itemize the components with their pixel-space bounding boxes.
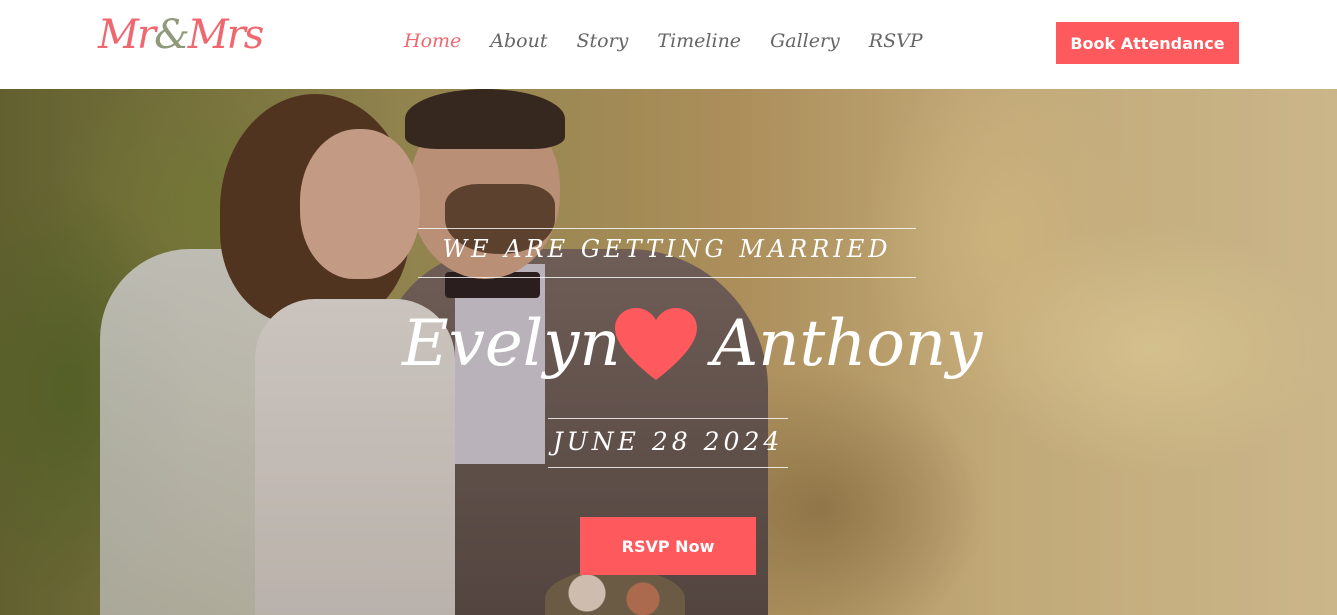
- menu-item-gallery[interactable]: Gallery: [770, 30, 840, 52]
- date-frame: JUNE 28 2024: [548, 418, 788, 468]
- main-menu: Home About Story Timeline Gallery RSVP: [404, 30, 923, 52]
- bride-name: Evelyn: [402, 307, 621, 381]
- hero-tagline: WE ARE GETTING MARRIED: [442, 235, 892, 263]
- hero-content: WE ARE GETTING MARRIED Evelyn Anthony JU…: [0, 89, 1337, 615]
- menu-item-about[interactable]: About: [490, 30, 547, 52]
- menu-item-home[interactable]: Home: [404, 30, 461, 52]
- rsvp-now-button[interactable]: RSVP Now: [580, 517, 756, 575]
- groom-name: Anthony: [712, 307, 983, 381]
- top-navbar: Mr&Mrs Home About Story Timeline Gallery…: [0, 0, 1337, 89]
- tagline-frame: WE ARE GETTING MARRIED: [418, 228, 916, 278]
- site-logo[interactable]: Mr&Mrs: [98, 12, 265, 58]
- logo-mrs: Mrs: [187, 12, 265, 58]
- book-attendance-button[interactable]: Book Attendance: [1056, 22, 1239, 64]
- menu-item-timeline[interactable]: Timeline: [657, 30, 741, 52]
- wedding-date: JUNE 28 2024: [552, 427, 784, 456]
- menu-item-rsvp[interactable]: RSVP: [869, 30, 923, 52]
- menu-item-story[interactable]: Story: [576, 30, 628, 52]
- logo-ampersand: &: [154, 12, 190, 58]
- heart-icon: [615, 308, 697, 380]
- couple-names: Evelyn Anthony: [402, 294, 982, 394]
- logo-mr: Mr: [98, 12, 156, 58]
